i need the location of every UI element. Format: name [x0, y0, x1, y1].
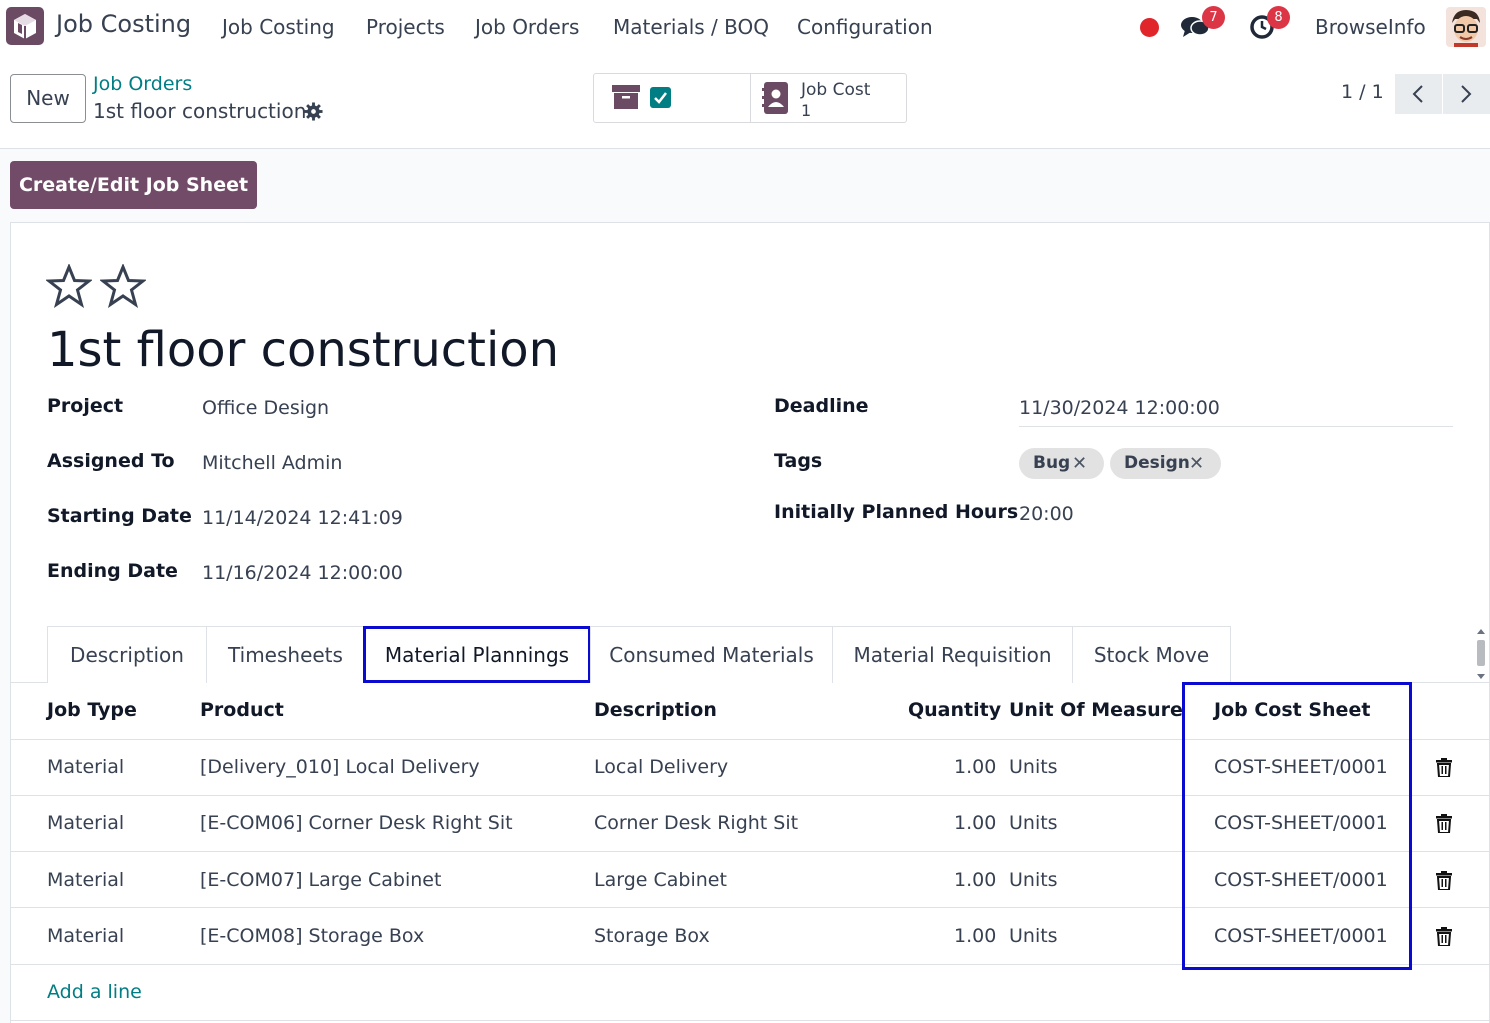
cell-quantity[interactable]: 1.00 — [954, 812, 996, 834]
planned-hours-field[interactable]: 20:00 — [1019, 503, 1074, 525]
tag-label: Bug — [1033, 453, 1071, 473]
starting-date-label: Starting Date — [47, 505, 192, 527]
cell-product[interactable]: [E-COM07] Large Cabinet — [200, 869, 441, 891]
cell-job-type[interactable]: Material — [47, 812, 124, 834]
star-icon[interactable] — [100, 264, 146, 308]
column-header-job-type[interactable]: Job Type — [47, 699, 137, 721]
breadcrumb-job-orders[interactable]: Job Orders — [93, 73, 192, 95]
chevron-right-icon — [1461, 85, 1472, 103]
star-icon[interactable] — [46, 264, 92, 308]
top-navbar: Job Costing Job Costing Projects Job Ord… — [0, 0, 1490, 54]
activities-badge: 8 — [1267, 6, 1290, 29]
cell-uom[interactable]: Units — [1009, 812, 1058, 834]
menu-materials-boq[interactable]: Materials / BOQ — [613, 15, 769, 39]
job-cost-sheet-highlight — [1182, 682, 1412, 970]
chevron-left-icon — [1412, 85, 1423, 103]
tag-bug[interactable]: Bug ✕ — [1019, 448, 1104, 479]
trash-icon[interactable] — [1436, 871, 1452, 890]
row-divider — [10, 1020, 1490, 1021]
column-header-product[interactable]: Product — [200, 699, 284, 721]
tags-label: Tags — [774, 450, 823, 472]
smart-buttons: Job Cost 1 — [593, 73, 907, 123]
column-header-quantity[interactable]: Quantity — [908, 699, 1001, 721]
deadline-underline — [1019, 426, 1453, 427]
tab-stock-move[interactable]: Stock Move — [1072, 626, 1231, 683]
record-title[interactable]: 1st floor construction — [47, 322, 559, 378]
messages-badge: 7 — [1202, 6, 1225, 29]
assigned-to-field[interactable]: Mitchell Admin — [202, 452, 342, 474]
cell-description[interactable]: Storage Box — [594, 925, 710, 947]
tab-material-requisition[interactable]: Material Requisition — [832, 626, 1073, 683]
tag-design[interactable]: Design ✕ — [1110, 448, 1221, 479]
pager-value[interactable]: 1 / 1 — [1341, 81, 1384, 103]
cell-description[interactable]: Large Cabinet — [594, 869, 727, 891]
close-icon[interactable]: ✕ — [1072, 448, 1087, 479]
gear-icon[interactable] — [304, 102, 323, 121]
cell-product[interactable]: [E-COM08] Storage Box — [200, 925, 424, 947]
tab-description[interactable]: Description — [47, 626, 207, 683]
tab-material-plannings[interactable]: Material Plannings — [363, 626, 591, 683]
breadcrumb-current: 1st floor construction — [93, 99, 307, 123]
job-cost-label: Job Cost — [801, 80, 871, 100]
cell-uom[interactable]: Units — [1009, 925, 1058, 947]
menu-job-orders[interactable]: Job Orders — [475, 15, 579, 39]
tag-label: Design — [1124, 453, 1190, 473]
checkbox-icon[interactable] — [650, 87, 671, 108]
column-header-description[interactable]: Description — [594, 699, 717, 721]
column-header-unit-of-measure[interactable]: Unit Of Measure — [1009, 699, 1183, 721]
cell-product[interactable]: [Delivery_010] Local Delivery — [200, 756, 480, 778]
project-label: Project — [47, 395, 124, 417]
tab-timesheets[interactable]: Timesheets — [206, 626, 365, 683]
cell-uom[interactable]: Units — [1009, 756, 1058, 778]
cell-quantity[interactable]: 1.00 — [954, 925, 996, 947]
new-button[interactable]: New — [10, 74, 86, 123]
assigned-to-label: Assigned To — [47, 450, 175, 472]
ending-date-field[interactable]: 11/16/2024 12:00:00 — [202, 562, 403, 584]
cell-quantity[interactable]: 1.00 — [954, 756, 996, 778]
archive-icon[interactable] — [612, 83, 640, 111]
menu-projects[interactable]: Projects — [366, 15, 445, 39]
cell-job-type[interactable]: Material — [47, 756, 124, 778]
contact-book-icon — [762, 82, 788, 114]
trash-icon[interactable] — [1436, 927, 1452, 946]
deadline-label: Deadline — [774, 395, 869, 417]
trash-icon[interactable] — [1436, 814, 1452, 833]
cell-job-type[interactable]: Material — [47, 925, 124, 947]
user-avatar[interactable] — [1446, 7, 1486, 47]
control-panel: New Job Orders 1st floor construction Jo… — [0, 54, 1490, 149]
close-icon[interactable]: ✕ — [1189, 448, 1204, 479]
cell-product[interactable]: [E-COM06] Corner Desk Right Sit — [200, 812, 513, 834]
cell-description[interactable]: Corner Desk Right Sit — [594, 812, 798, 834]
company-switcher[interactable]: BrowseInfo — [1315, 15, 1426, 39]
menu-job-costing[interactable]: Job Costing — [222, 15, 335, 39]
deadline-field[interactable]: 11/30/2024 12:00:00 — [1019, 397, 1220, 419]
pager-previous-button[interactable] — [1395, 74, 1442, 114]
cell-job-type[interactable]: Material — [47, 869, 124, 891]
cell-uom[interactable]: Units — [1009, 869, 1058, 891]
tab-consumed-materials[interactable]: Consumed Materials — [590, 626, 833, 683]
app-name[interactable]: Job Costing — [56, 10, 191, 38]
job-cost-smart-button[interactable]: Job Cost 1 — [751, 74, 907, 122]
ending-date-label: Ending Date — [47, 560, 178, 582]
pager-next-button[interactable] — [1443, 74, 1490, 114]
cell-quantity[interactable]: 1.00 — [954, 869, 996, 891]
menu-configuration[interactable]: Configuration — [797, 15, 933, 39]
status-dot[interactable] — [1140, 18, 1159, 37]
add-line-link[interactable]: Add a line — [47, 981, 142, 1003]
job-cost-count: 1 — [801, 101, 812, 120]
create-edit-job-sheet-button[interactable]: Create/Edit Job Sheet — [10, 161, 257, 209]
cell-description[interactable]: Local Delivery — [594, 756, 728, 778]
project-field[interactable]: Office Design — [202, 397, 329, 419]
starting-date-field[interactable]: 11/14/2024 12:41:09 — [202, 507, 403, 529]
cube-app-icon[interactable] — [6, 7, 44, 45]
tabs-scrollbar[interactable] — [1474, 628, 1488, 680]
planned-hours-label: Initially Planned Hours — [774, 501, 1019, 523]
trash-icon[interactable] — [1436, 758, 1452, 777]
